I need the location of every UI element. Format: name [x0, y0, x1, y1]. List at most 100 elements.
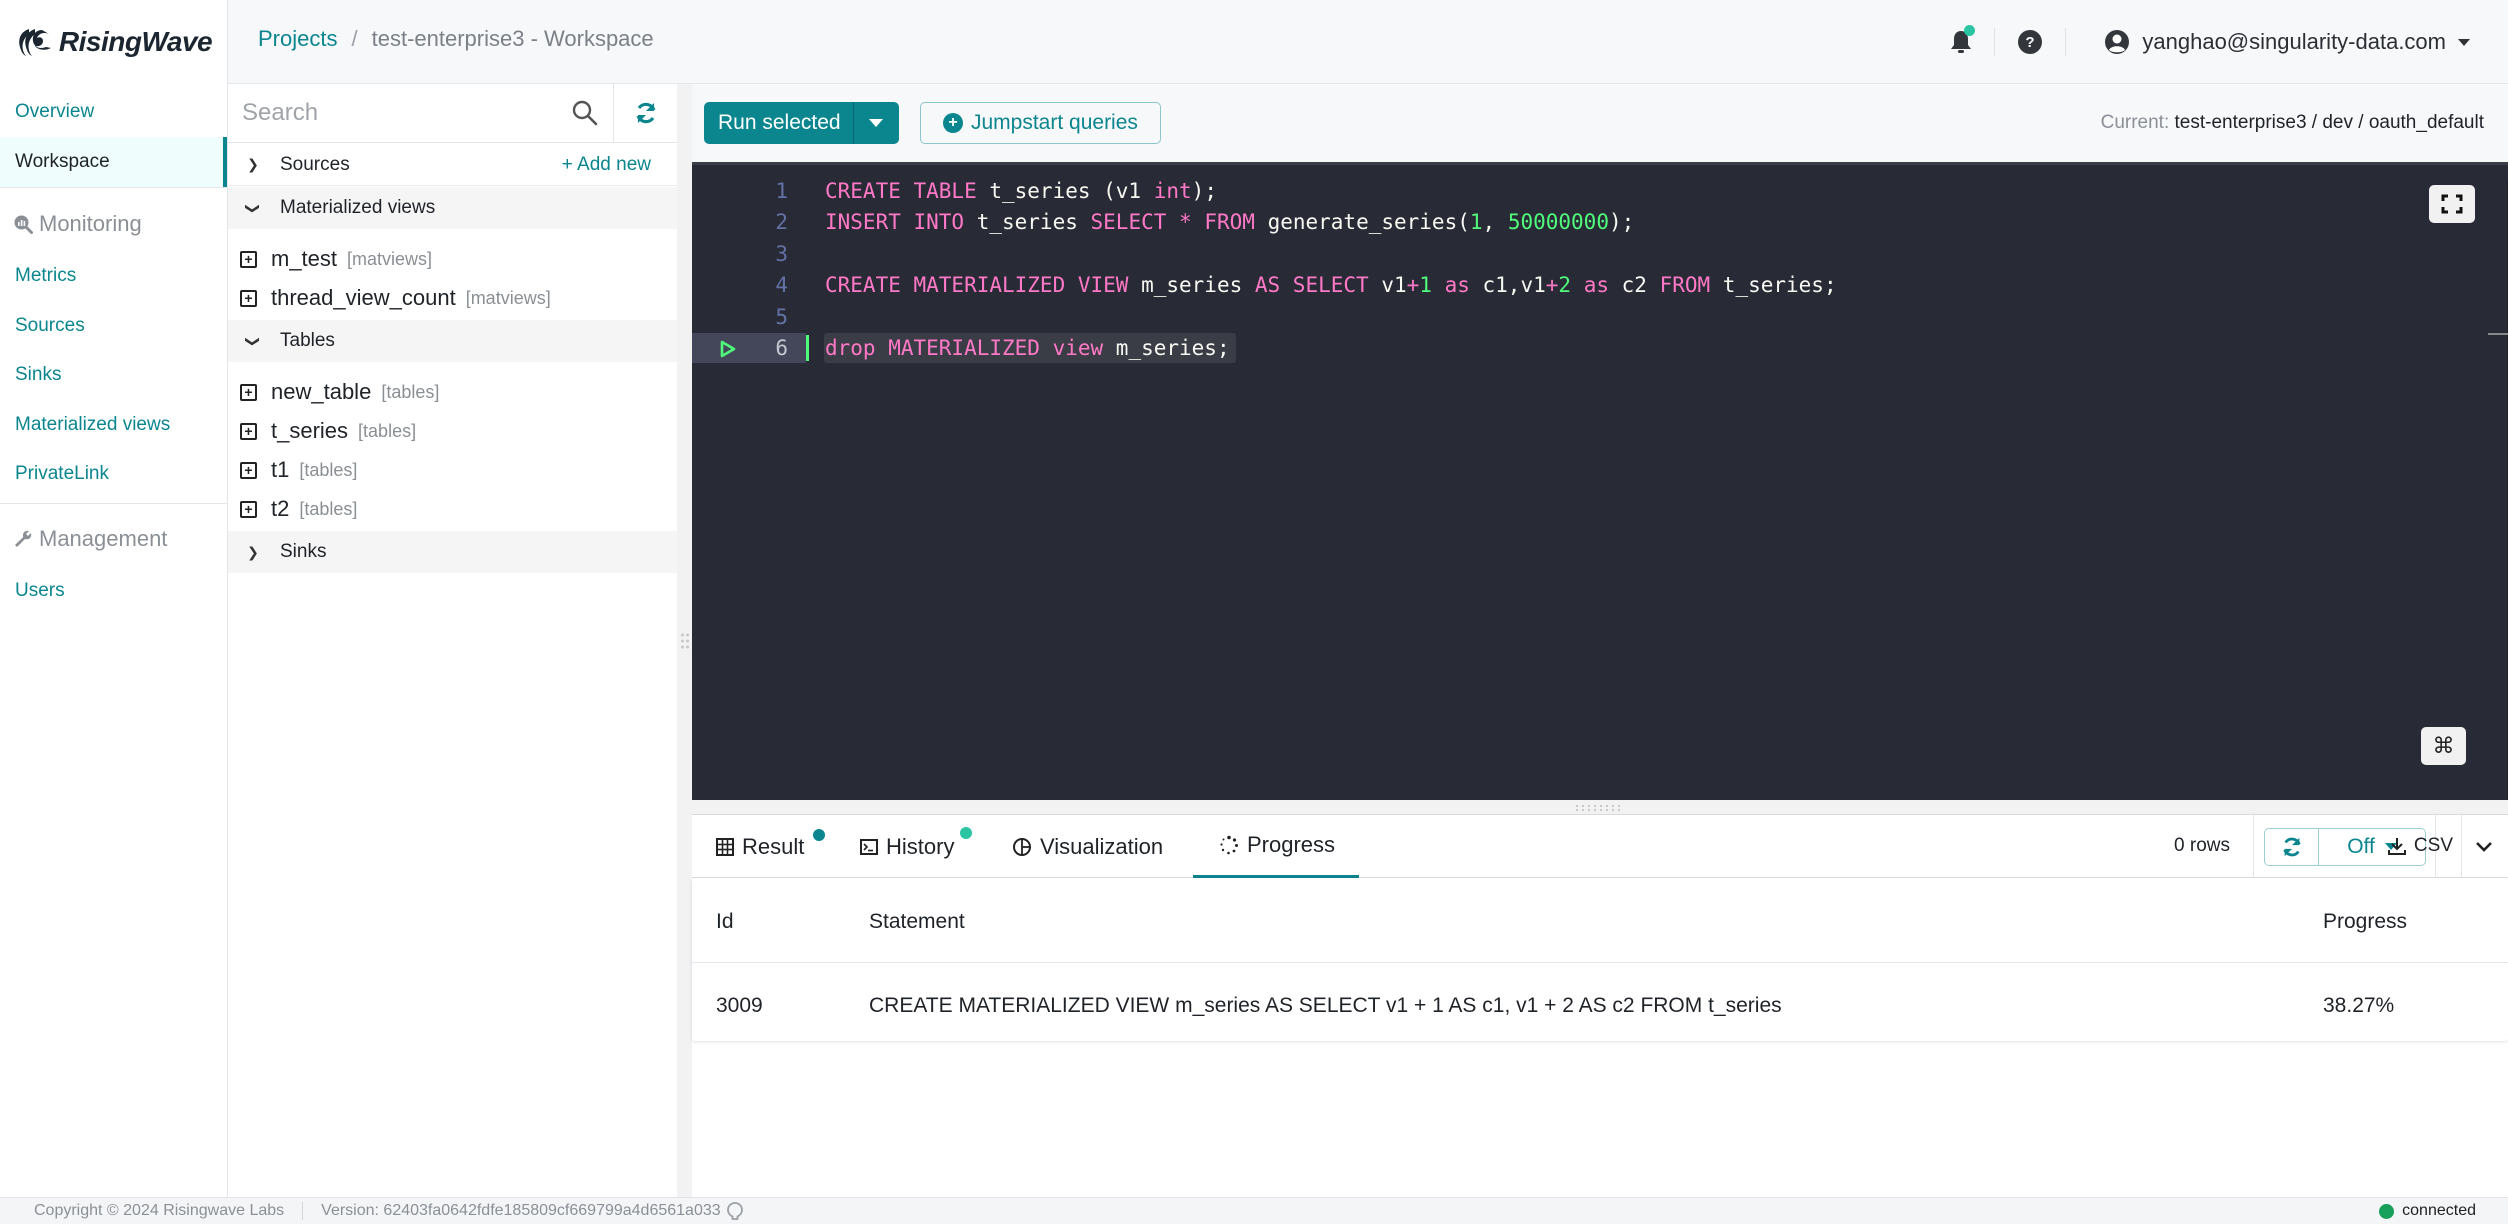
results-tabs: Result History Visualization Progress 0 …: [692, 815, 2508, 878]
add-new-source-button[interactable]: + Add new: [562, 154, 651, 176]
breadcrumb-current: test-enterprise3 - Workspace: [371, 26, 654, 51]
tree-section-sources[interactable]: ❯ Sources + Add new: [228, 144, 677, 186]
tab-history[interactable]: History: [860, 815, 972, 878]
tab-badge-dot: [813, 829, 825, 841]
toolbar-divider: [2461, 815, 2462, 878]
sql-editor[interactable]: 1 CREATE TABLE t_series (v1 int); 2 INSE…: [692, 162, 2508, 800]
run-selected-button-group: Run selected: [704, 102, 899, 144]
top-header: RisingWave Projects / test-enterprise3 -…: [0, 0, 2508, 84]
svg-text:?: ?: [2026, 34, 2035, 51]
refresh-tree-button[interactable]: [613, 84, 677, 142]
refresh-icon: [2282, 837, 2301, 857]
wrench-icon: [15, 530, 32, 547]
tree-search-input[interactable]: [228, 84, 557, 142]
sidebar-item-privatelink[interactable]: PrivateLink: [0, 449, 227, 499]
tree-item[interactable]: + new_table [tables]: [228, 373, 677, 411]
logo[interactable]: RisingWave: [0, 0, 228, 84]
expand-plus-icon[interactable]: +: [240, 461, 257, 479]
tree-section-materialized-views[interactable]: ❯ Materialized views: [228, 187, 677, 229]
plus-circle-icon: +: [943, 113, 963, 133]
tree-item[interactable]: + thread_view_count [matviews]: [228, 279, 677, 317]
collapse-results-button[interactable]: [2470, 833, 2498, 861]
line-number: 6: [775, 336, 788, 360]
tab-label: Progress: [1247, 832, 1336, 857]
active-line-marker: [806, 335, 809, 361]
command-key-icon: ⌘: [2432, 733, 2455, 759]
help-button[interactable]: ?: [2017, 29, 2043, 55]
sidebar-item-materialized-views[interactable]: Materialized views: [0, 400, 227, 450]
code-line: 4 CREATE MATERIALIZED VIEW m_series AS S…: [692, 270, 2472, 300]
tree-item-name: m_test: [271, 246, 338, 271]
search-icon: [572, 100, 598, 126]
refresh-icon: [635, 102, 656, 124]
user-menu[interactable]: yanghao@singularity-data.com: [2104, 29, 2470, 55]
code-line: 3: [692, 239, 2472, 269]
tab-label: History: [886, 833, 955, 859]
sidebar-item-users[interactable]: Users: [0, 566, 227, 616]
search-button[interactable]: [557, 84, 613, 142]
run-options-dropdown[interactable]: [852, 102, 899, 144]
jumpstart-queries-button[interactable]: + Jumpstart queries: [920, 102, 1161, 144]
command-palette-button[interactable]: ⌘: [2421, 727, 2466, 765]
expand-plus-icon[interactable]: +: [240, 250, 257, 268]
tree-item[interactable]: + t_series [tables]: [228, 412, 677, 450]
auto-refresh-value: Off: [2347, 835, 2375, 858]
download-csv-button[interactable]: CSV: [2387, 835, 2453, 857]
tree-section-label: Materialized views: [280, 197, 436, 218]
copyright-text: Copyright © 2024 Risingwave Labs: [34, 1202, 285, 1219]
footer-divider: [302, 1202, 304, 1220]
tree-item-tag: [tables]: [358, 420, 417, 441]
tab-visualization[interactable]: Visualization: [1012, 815, 1163, 878]
code-text: CREATE TABLE t_series (v1 int);: [825, 179, 1217, 203]
sidebar-item-sinks[interactable]: Sinks: [0, 350, 227, 400]
expand-plus-icon[interactable]: +: [240, 289, 257, 307]
github-icon[interactable]: [726, 1202, 743, 1220]
current-context: Current: test-enterprise3 / dev / oauth_…: [2101, 112, 2484, 134]
code-text: CREATE MATERIALIZED VIEW m_series AS SEL…: [825, 273, 1837, 297]
user-circle-icon: [2105, 30, 2130, 54]
jumpstart-label: Jumpstart queries: [971, 111, 1138, 134]
notification-dot: [1964, 25, 1976, 36]
tree-item-name: t1: [271, 457, 290, 482]
tree-section-label: Sources: [280, 153, 350, 175]
code-line: 2 INSERT INTO t_series SELECT * FROM gen…: [692, 207, 2472, 237]
sidebar-item-metrics[interactable]: Metrics: [0, 251, 227, 301]
expand-plus-icon[interactable]: +: [240, 500, 257, 518]
tree-item-tag: [tables]: [381, 381, 440, 402]
fullscreen-button[interactable]: [2429, 185, 2475, 223]
refresh-results-button[interactable]: [2265, 829, 2319, 865]
cell-id: 3009: [716, 994, 763, 1017]
chevron-right-icon: ❯: [247, 156, 259, 172]
tree-item[interactable]: + t1 [tables]: [228, 451, 677, 489]
tree-section-label: Tables: [280, 330, 335, 351]
column-header-id: Id: [716, 910, 734, 933]
question-icon: ?: [2018, 30, 2043, 54]
tab-badge-dot: [960, 827, 972, 839]
sidebar-item-sources[interactable]: Sources: [0, 301, 227, 351]
caret-down-icon: [869, 119, 884, 127]
notifications-button[interactable]: [1950, 25, 1976, 55]
tree-item-tag: [tables]: [299, 459, 358, 480]
chevron-down-icon: [2476, 842, 2492, 852]
breadcrumb-projects-link[interactable]: Projects: [258, 26, 337, 52]
code-text: INSERT INTO t_series SELECT * FROM gener…: [825, 210, 1635, 234]
sidebar-item-overview[interactable]: Overview: [0, 87, 227, 137]
editor-scroll-marker: [2488, 333, 2508, 335]
sidebar-item-workspace[interactable]: Workspace: [0, 137, 227, 187]
tab-progress[interactable]: Progress: [1193, 815, 1359, 878]
tree-item[interactable]: + t2 [tables]: [228, 490, 677, 528]
expand-plus-icon[interactable]: +: [240, 422, 257, 440]
tab-result[interactable]: Result: [716, 815, 825, 878]
status-footer: Copyright © 2024 Risingwave Labs Version…: [0, 1197, 2508, 1224]
expand-plus-icon[interactable]: +: [240, 383, 257, 401]
connection-status-text: connected: [2402, 1202, 2476, 1219]
code-line: 1 CREATE TABLE t_series (v1 int);: [692, 176, 2472, 206]
sidebar-section-monitoring: Monitoring: [0, 199, 227, 249]
tree-item[interactable]: + m_test [matviews]: [228, 240, 677, 278]
pie-chart-icon: [1013, 837, 1031, 856]
tree-section-sinks[interactable]: ❯ Sinks: [228, 531, 677, 573]
chevron-right-icon: ❯: [247, 543, 259, 560]
tree-section-tables[interactable]: ❯ Tables: [228, 320, 677, 362]
run-selected-button[interactable]: Run selected: [704, 102, 853, 144]
code-line: 5: [692, 302, 2472, 332]
